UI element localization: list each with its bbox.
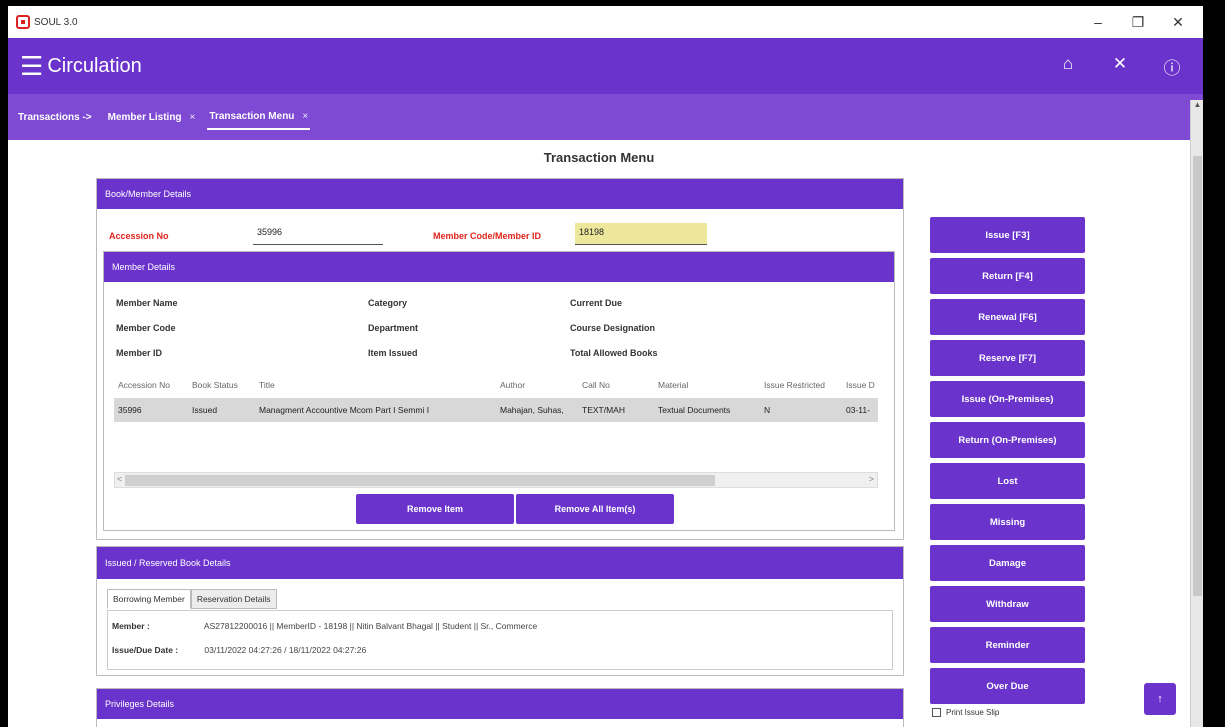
issued-tabs: Borrowing Member Reservation Details [107,589,277,609]
tab-transaction-menu[interactable]: Transaction Menu × [207,105,311,130]
reserve-button[interactable]: Reserve [F7] [930,340,1085,376]
member-info-row: Member : AS27812200016 || MemberID - 181… [112,621,537,631]
module-header: ☰ Circulation ⌂ ✕ ⓘ [8,38,1203,94]
issue-on-premises-button[interactable]: Issue (On-Premises) [930,381,1085,417]
column-header[interactable]: Book Status [192,380,238,390]
checkbox-box[interactable] [932,708,941,717]
department-label: Department [368,323,419,333]
remove-item-button[interactable]: Remove Item [356,494,514,524]
column-header[interactable]: Author [500,380,525,390]
column-header[interactable]: Accession No [118,380,170,390]
accession-label: Accession No [109,231,169,241]
accession-input[interactable]: 35996 [253,223,383,245]
table-cell: TEXT/MAH [582,405,625,415]
tab-label: Member Listing [107,111,182,123]
hamburger-menu-icon[interactable]: ☰ [20,53,43,79]
withdraw-button[interactable]: Withdraw [930,586,1085,622]
lost-button[interactable]: Lost [930,463,1085,499]
date-info-row: Issue/Due Date : 03/11/2022 04:27:26 / 1… [112,645,366,655]
close-icon[interactable]: ✕ [1109,54,1131,79]
window-close-button[interactable]: ✕ [1167,14,1189,31]
tab-close-icon[interactable]: × [302,111,308,122]
vertical-scrollbar[interactable]: ▲ [1190,100,1203,727]
date-info-value: 03/11/2022 04:27:26 / 18/11/2022 04:27:2… [204,645,367,655]
table-cell: Managment Accountive Mcom Part I Semmi I [259,405,430,415]
column-header[interactable]: Call No [582,380,610,390]
scroll-to-top-button[interactable]: ↑ [1144,683,1176,715]
column-header[interactable]: Issue Restricted [764,380,825,390]
scrollbar-thumb[interactable] [1193,156,1202,596]
help-icon[interactable]: ⓘ [1161,54,1183,79]
return-button[interactable]: Return [F4] [930,258,1085,294]
tab-close-icon[interactable]: × [190,112,196,123]
title-bar: SOUL 3.0 – ❐ ✕ [8,6,1203,38]
issue-button[interactable]: Issue [F3] [930,217,1085,253]
column-header[interactable]: Issue D [846,380,876,390]
book-member-header: Book/Member Details [97,179,903,209]
total-allowed-label: Total Allowed Books [570,348,658,358]
table-cell: Mahajan, Suhas, [500,405,564,415]
table-cell: Issued [192,405,218,415]
table-cell: 35996 [118,405,142,415]
print-issue-slip-label: Print Issue Slip [946,708,1000,717]
current-due-label: Current Due [570,298,623,308]
column-header[interactable]: Material [658,380,688,390]
issued-reserved-panel: Issued / Reserved Book Details Borrowing… [96,546,904,676]
return-on-premises-button[interactable]: Return (On-Premises) [930,422,1085,458]
home-icon[interactable]: ⌂ [1057,54,1079,79]
member-info-value: AS27812200016 || MemberID - 18198 || Nit… [203,621,538,631]
member-details-header: Member Details [104,252,894,282]
reminder-button[interactable]: Reminder [930,627,1085,663]
category-label: Category [368,298,408,308]
window-controls: – ❐ ✕ [1087,14,1195,31]
remove-all-items-button[interactable]: Remove All Item(s) [516,494,674,524]
renewal-button[interactable]: Renewal [F6] [930,299,1085,335]
scroll-left-arrow-icon[interactable]: < [117,474,122,484]
book-member-panel: Book/Member Details Accession No 35996 M… [96,178,904,540]
table-cell: 03-11- [846,405,870,415]
main-content: Transaction Menu Book/Member Details Acc… [8,140,1190,727]
course-designation-label: Course Designation [570,323,656,333]
member-info-label: Member : [112,621,150,631]
privileges-header: Privileges Details [97,689,903,719]
tab-label: Transaction Menu [209,110,295,122]
member-name-label: Member Name [116,298,178,308]
member-details-panel: Member Details Member Name Member Code M… [103,251,895,531]
column-header[interactable]: Title [259,380,275,390]
breadcrumb-transactions[interactable]: Transactions -> [18,112,92,123]
table-cell: N [764,405,771,415]
borrowing-member-content: Member : AS27812200016 || MemberID - 181… [107,610,893,670]
table-row[interactable]: 35996 Issued Managment Accountive Mcom P… [114,398,878,422]
member-code-input[interactable]: 18198 [575,223,707,245]
missing-button[interactable]: Missing [930,504,1085,540]
app-title: SOUL 3.0 [34,16,78,28]
tab-borrowing-member[interactable]: Borrowing Member [107,589,191,609]
table-cell: Textual Documents [658,405,731,415]
issued-reserved-header: Issued / Reserved Book Details [97,547,903,579]
date-info-label: Issue/Due Date : [112,645,179,655]
scroll-up-arrow-icon[interactable]: ▲ [1191,100,1203,114]
scrollbar-thumb[interactable] [125,475,715,486]
scroll-right-arrow-icon[interactable]: > [869,474,874,484]
tab-member-listing[interactable]: Member Listing × [106,106,198,129]
privileges-panel: Privileges Details [96,688,904,727]
member-id-label: Member ID [116,348,163,358]
app-logo-icon [16,15,30,29]
minimize-button[interactable]: – [1087,14,1109,31]
module-title: Circulation [47,54,142,77]
over-due-button[interactable]: Over Due [930,668,1085,704]
restore-button[interactable]: ❐ [1127,14,1149,31]
app-window: SOUL 3.0 – ❐ ✕ ☰ Circulation ⌂ ✕ ⓘ Trans… [8,6,1203,727]
tab-reservation-details[interactable]: Reservation Details [190,589,277,609]
member-code-label: Member Code/Member ID [433,231,542,241]
page-title: Transaction Menu [543,150,655,165]
horizontal-scrollbar[interactable]: < > [114,472,878,488]
tab-bar: Transactions -> Member Listing × Transac… [8,94,1203,140]
print-issue-slip-checkbox[interactable]: Print Issue Slip [932,708,999,717]
item-issued-label: Item Issued [368,348,418,358]
member-code-detail-label: Member Code [116,323,176,333]
damage-button[interactable]: Damage [930,545,1085,581]
